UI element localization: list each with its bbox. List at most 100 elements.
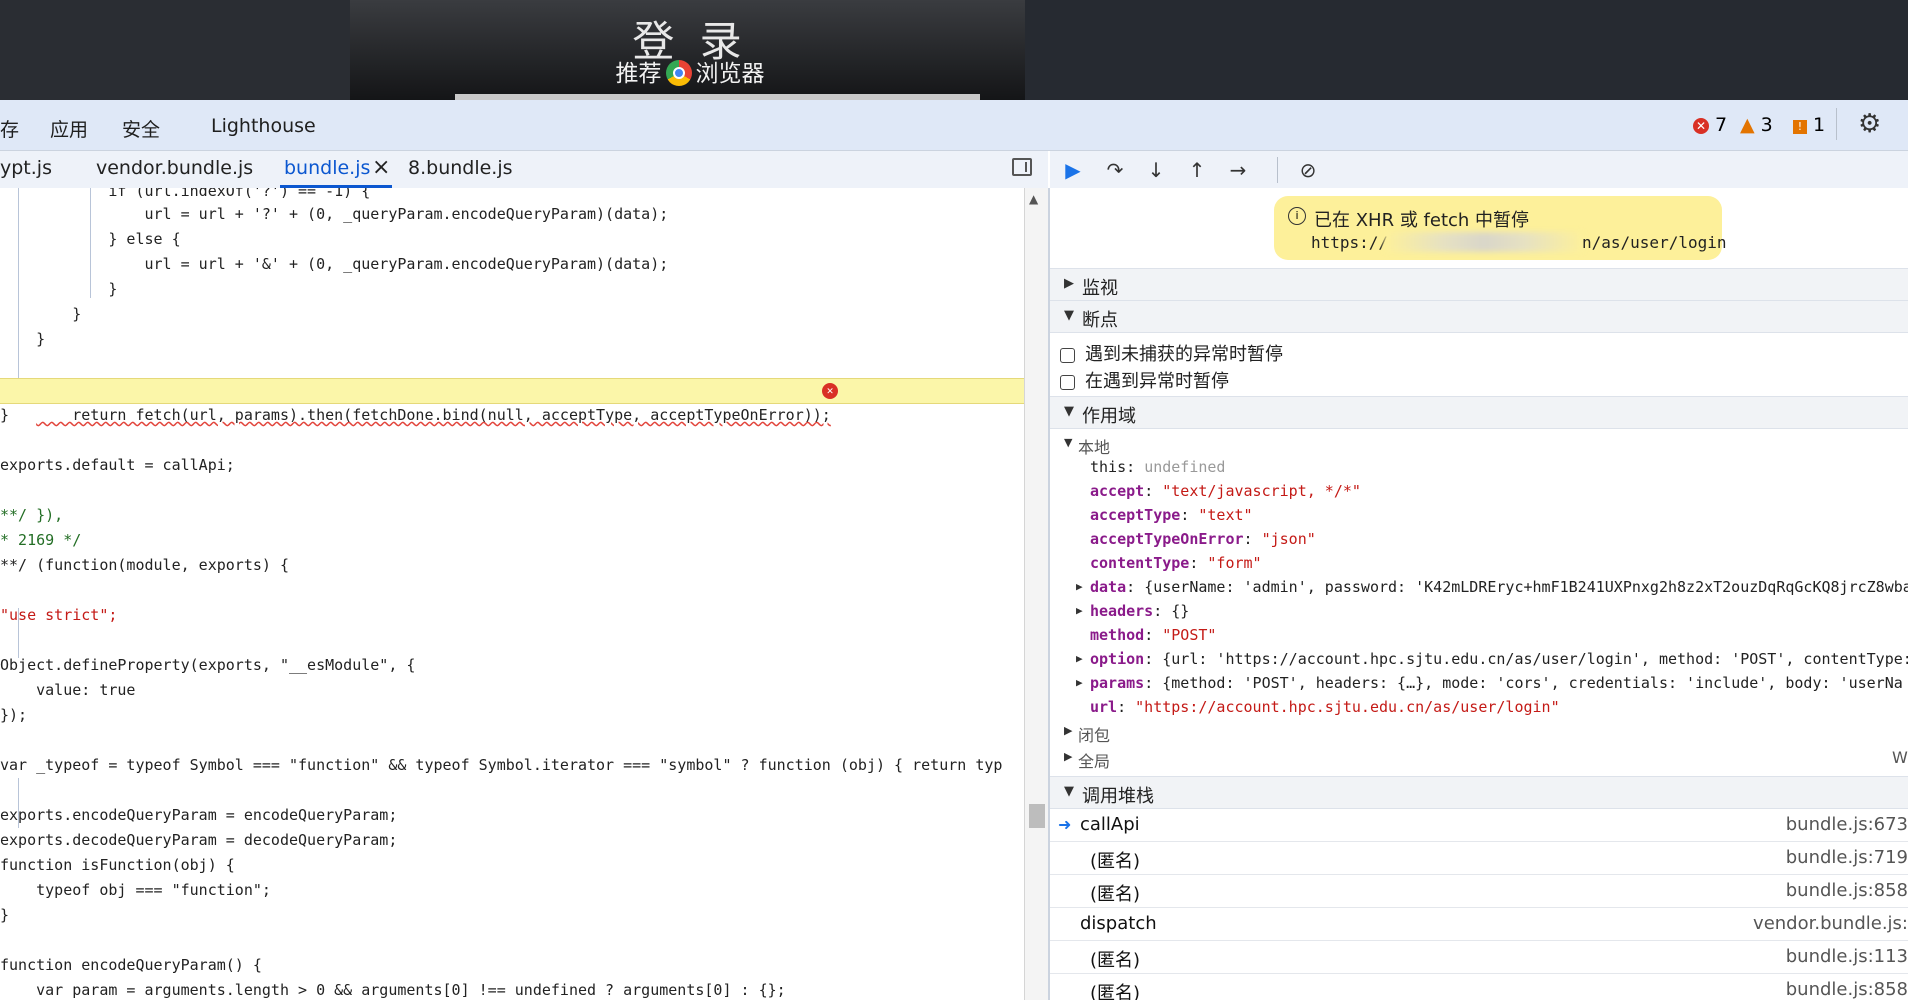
call-frame[interactable]: dispatch vendor.bundle.js: [1050,908,1908,941]
step-out-icon[interactable]: ↑ [1184,158,1210,182]
browser-recommendation: 推荐 浏览器 [615,60,765,87]
collapse-arrow-icon: ▼ [1064,784,1074,799]
scrollbar-thumb[interactable] [1029,804,1045,828]
scope-global-type: Wi [1892,748,1908,767]
scope-var-this: this: undefined [1090,458,1226,476]
code-line: "use strict"; [0,606,118,624]
code-line: } [0,305,82,323]
tab-file-8-bundle[interactable]: 8.bundle.js [408,157,513,179]
step-icon[interactable]: → [1225,158,1251,182]
code-line: var param = arguments.length > 0 && argu… [0,981,786,999]
issues-counter[interactable]: ! 1 [1793,114,1825,136]
call-frame[interactable]: (匿名) bundle.js:113 [1050,941,1908,974]
error-icon: ✕ [1693,118,1709,134]
expand-arrow-icon[interactable]: ▶ [1076,652,1083,665]
step-over-icon[interactable]: ↷ [1102,158,1128,182]
code-line: exports.default = callApi; [0,456,235,474]
expand-arrow-icon: ▶ [1064,276,1074,291]
code-line: if (url.indexOf('?') == -1) { [0,188,371,200]
code-line: var _typeof = typeof Symbol === "functio… [0,756,1003,774]
expand-arrow-icon[interactable]: ▶ [1076,604,1083,617]
tab-lighthouse[interactable]: Lighthouse [211,115,316,137]
tab-application[interactable]: 应用 [50,115,88,142]
warning-icon: ▲ [1740,114,1755,136]
expand-arrow-icon: ▶ [1064,724,1073,737]
toolbar-divider [1836,108,1837,140]
paused-message: 已在 XHR 或 fetch 中暂停 [1314,210,1530,231]
paused-banner: i 已在 XHR 或 fetch 中暂停 https:// n/as/user/… [1274,196,1727,260]
checkbox[interactable] [1060,348,1075,363]
scope-var-accept: accept: "text/javascript, */*" [1090,482,1361,500]
checkbox[interactable] [1060,375,1075,390]
gear-icon[interactable]: ⚙ [1858,109,1881,139]
info-icon: i [1288,207,1306,225]
watch-section-header[interactable]: ▶ 监视 [1050,268,1908,301]
scroll-up-icon[interactable]: ▲ [1029,192,1038,206]
code-line: value: true [0,681,136,699]
scope-var-params[interactable]: ▶ params: {method: 'POST', headers: {…}, … [1076,674,1903,692]
collapse-arrow-icon: ▼ [1064,436,1073,449]
code-line: } [0,906,10,924]
code-line: typeof obj === "function"; [0,881,271,899]
code-line: url = url + '?' + (0, _queryParam.encode… [0,205,669,223]
call-frame[interactable]: (匿名) bundle.js:858 [1050,875,1908,908]
current-frame-icon: ➜ [1058,815,1072,834]
code-line: }); [0,706,28,724]
debugger-sidebar: i 已在 XHR 或 fetch 中暂停 https:// n/as/user/… [1050,188,1908,1000]
code-line: **/ (function(module, exports) { [0,556,289,574]
deactivate-breakpoints-icon[interactable]: ⊘ [1295,158,1321,182]
close-tab-icon[interactable]: × [372,155,390,180]
code-line: function isFunction(obj) { [0,856,235,874]
tab-storage[interactable]: 存 [0,115,19,142]
code-line: } else { [0,230,181,248]
warning-counter[interactable]: ▲ 3 [1740,114,1773,136]
tab-file-vendor-bundle[interactable]: vendor.bundle.js [96,157,253,179]
code-scrollbar[interactable]: ▲ [1024,188,1049,1000]
tab-file-crypt-js[interactable]: ypt.js [0,157,52,179]
scope-section-header[interactable]: ▼ 作用域 [1050,396,1908,429]
call-stack-section-header[interactable]: ▼ 调用堆栈 [1050,776,1908,809]
tab-security[interactable]: 安全 [122,115,160,142]
call-frame[interactable]: (匿名) bundle.js:858 [1050,974,1908,1000]
call-frame[interactable]: ➜ callApi bundle.js:673 [1050,809,1908,842]
error-counter[interactable]: ✕ 7 [1693,114,1727,136]
scope-var-data[interactable]: ▶ data: {userName: 'admin', password: 'K4… [1076,578,1908,596]
issue-icon: ! [1793,120,1807,134]
resume-icon[interactable]: ▶ [1060,158,1086,182]
scope-local[interactable]: ▼ 本地 [1064,434,1110,458]
pause-caught-exceptions-option[interactable]: 在遇到异常时暂停 [1060,367,1229,393]
paused-url-prefix: https:// [1311,233,1389,252]
page-background [0,0,350,100]
step-into-icon[interactable]: ↓ [1143,158,1169,182]
tab-file-bundle-js[interactable]: bundle.js [284,157,370,179]
expand-arrow-icon[interactable]: ▶ [1076,580,1083,593]
page-background-right [1025,0,1908,100]
source-file-tabs: ypt.js vendor.bundle.js bundle.js × 8.bu… [0,151,1048,189]
code-line: } [0,280,118,298]
scope-var-headers[interactable]: ▶ headers: {} [1076,602,1189,620]
collapse-arrow-icon: ▼ [1064,404,1074,419]
toggle-debugger-sidebar-icon[interactable] [1012,158,1032,176]
scope-closure[interactable]: ▶ 闭包 [1064,722,1110,746]
paused-code-line: return fetch(url, params).then(fetchDone… [0,378,1024,424]
code-editor[interactable]: if (url.indexOf('?') == -1) { url = url … [0,188,1024,1000]
call-frame[interactable]: (匿名) bundle.js:719 [1050,842,1908,875]
code-line: } [0,406,10,424]
breakpoints-section-header[interactable]: ▼ 断点 [1050,300,1908,333]
error-icon[interactable]: ✕ [822,383,838,399]
scope-global[interactable]: ▶ 全局 [1064,748,1110,772]
expand-arrow-icon[interactable]: ▶ [1076,676,1083,689]
code-line: Object.defineProperty(exports, "__esModu… [0,656,416,674]
scope-var-acceptTypeOnError: acceptTypeOnError: "json" [1090,530,1316,548]
scope-var-option[interactable]: ▶ option: {url: 'https://account.hpc.sjtu… [1076,650,1908,668]
pause-uncaught-exceptions-option[interactable]: 遇到未捕获的异常时暂停 [1060,340,1283,366]
code-line: function encodeQueryParam() { [0,956,262,974]
